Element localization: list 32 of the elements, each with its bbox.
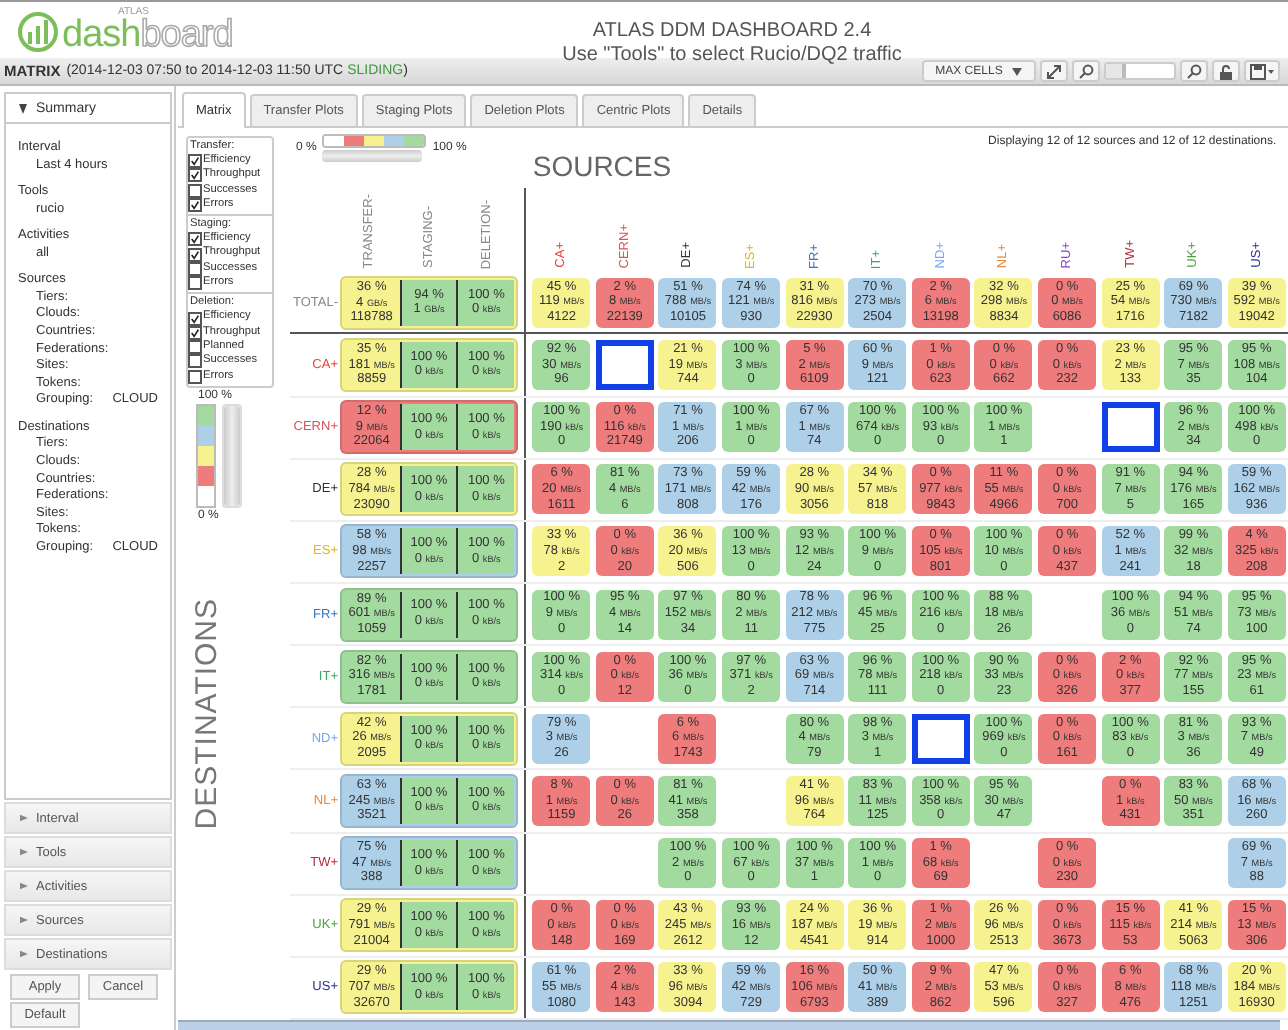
color-scale-drawing — [322, 134, 427, 148]
checkbox[interactable] — [188, 354, 202, 369]
range-slider[interactable] — [222, 403, 242, 508]
app-subtitle: Use "Tools" to select Rucio/DQ2 traffic — [562, 44, 902, 68]
selected-cell[interactable] — [595, 339, 654, 390]
lock-icon[interactable] — [1212, 60, 1240, 82]
axis-title: SOURCES — [532, 150, 672, 182]
checkbox[interactable] — [188, 154, 202, 169]
caret-icon — [1012, 67, 1022, 75]
app-title: ATLAS DDM DASHBOARD 2.4 — [592, 20, 872, 44]
checkbox[interactable] — [188, 232, 202, 247]
color-scale-drawing — [196, 403, 216, 508]
checkbox[interactable] — [188, 168, 202, 183]
checkbox[interactable] — [188, 183, 202, 198]
checkmark-icon — [190, 200, 200, 211]
save-icon[interactable] — [1244, 60, 1280, 82]
axis-title: DESTINATIONS — [190, 597, 224, 830]
checkbox[interactable] — [188, 198, 202, 213]
logo-wordmark: dashboard — [62, 18, 233, 54]
selected-cell[interactable] — [1101, 402, 1160, 453]
expand-icon[interactable] — [1040, 60, 1068, 82]
checkbox[interactable] — [188, 276, 202, 291]
checkbox[interactable] — [188, 311, 202, 326]
zoom-slider[interactable] — [1104, 62, 1176, 80]
checkbox[interactable] — [188, 369, 202, 384]
selected-cell[interactable] — [911, 713, 970, 764]
checkbox[interactable] — [188, 247, 202, 262]
range-slider[interactable] — [322, 150, 423, 162]
checkbox[interactable] — [188, 340, 202, 355]
zoom-in-icon[interactable] — [1180, 60, 1208, 82]
zoom-out-icon[interactable] — [1072, 60, 1100, 82]
logo-icon — [16, 9, 60, 53]
